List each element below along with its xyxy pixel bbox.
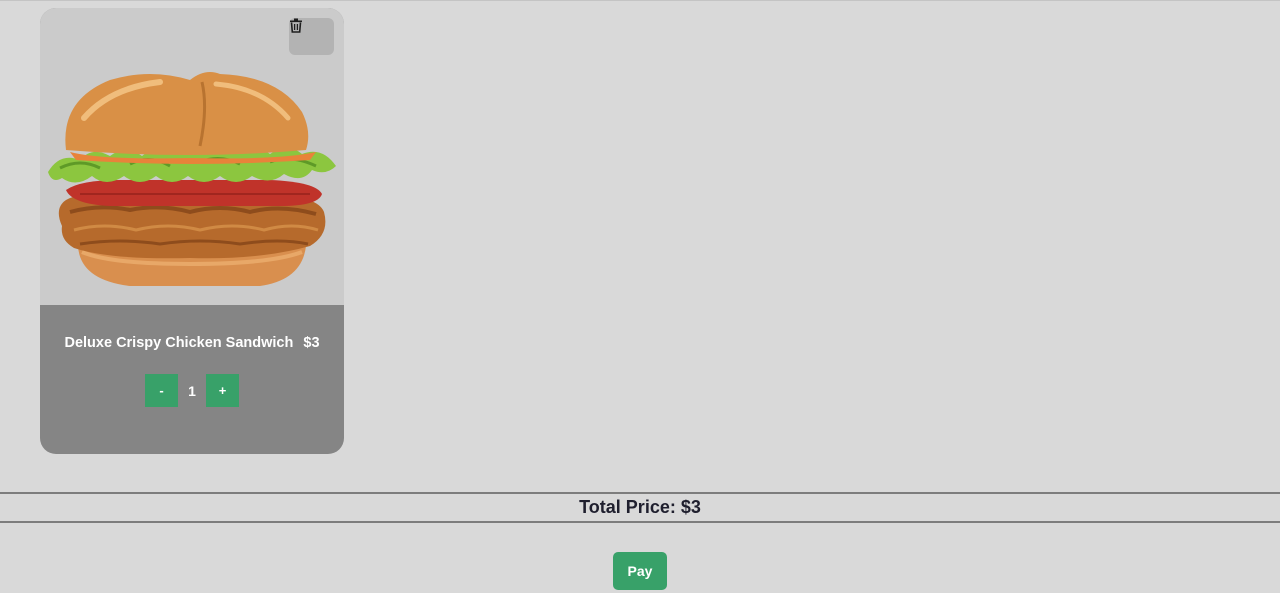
product-price: $3 <box>303 335 320 351</box>
total-price-label: Total Price: $3 <box>579 497 701 517</box>
product-name: Deluxe Crispy Chicken Sandwich <box>64 335 294 351</box>
delete-item-button[interactable] <box>289 18 334 55</box>
decrement-quantity-button[interactable]: - <box>145 374 178 407</box>
product-title-row: Deluxe Crispy Chicken Sandwich $3 <box>40 335 344 351</box>
cart-item-details: Deluxe Crispy Chicken Sandwich $3 - 1 + <box>40 305 344 454</box>
quantity-stepper: - 1 + <box>40 374 344 407</box>
trash-icon <box>290 18 302 33</box>
cart-page: Deluxe Crispy Chicken Sandwich $3 - 1 + … <box>0 0 1280 593</box>
cart-item-card: Deluxe Crispy Chicken Sandwich $3 - 1 + <box>40 8 344 454</box>
pay-button[interactable]: Pay <box>613 552 667 590</box>
total-price-bar: Total Price: $3 <box>0 492 1280 523</box>
increment-quantity-button[interactable]: + <box>206 374 239 407</box>
quantity-value: 1 <box>188 382 196 399</box>
product-image <box>40 8 344 305</box>
